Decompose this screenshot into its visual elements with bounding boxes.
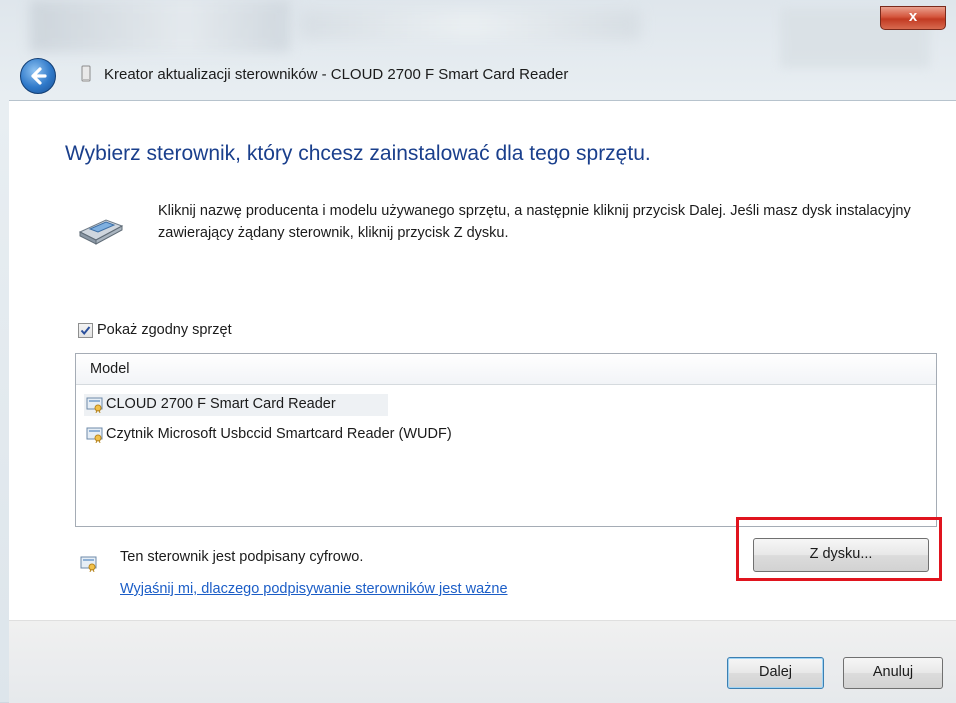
instructions-text: Kliknij nazwę producenta i modelu używan… bbox=[158, 203, 911, 241]
list-item-label: Czytnik Microsoft Usbccid Smartcard Read… bbox=[106, 426, 452, 442]
cancel-button[interactable]: Anuluj bbox=[843, 657, 943, 689]
certificate-icon bbox=[80, 556, 97, 572]
model-column-header[interactable]: Model bbox=[76, 354, 936, 385]
signed-driver-text: Ten sterownik jest podpisany cyfrowo. bbox=[120, 549, 364, 565]
page-title: Wybierz sterownik, który chcesz zainstal… bbox=[65, 142, 651, 165]
background-blur bbox=[30, 0, 290, 52]
show-compatible-checkbox[interactable] bbox=[78, 323, 93, 338]
arrow-left-icon bbox=[31, 67, 47, 85]
annotation-highlight-box bbox=[736, 517, 942, 581]
list-item[interactable]: Czytnik Microsoft Usbccid Smartcard Read… bbox=[84, 424, 604, 446]
certificate-driver-icon bbox=[86, 427, 103, 443]
list-item[interactable]: CLOUD 2700 F Smart Card Reader bbox=[84, 394, 388, 416]
next-button[interactable]: Dalej bbox=[727, 657, 824, 689]
background-blur bbox=[300, 10, 640, 40]
list-item-label: CLOUD 2700 F Smart Card Reader bbox=[106, 396, 336, 412]
model-column-label: Model bbox=[90, 361, 130, 377]
driver-signing-help-link[interactable]: Wyjaśnij mi, dlaczego podpisywanie stero… bbox=[120, 581, 508, 597]
show-compatible-label[interactable]: Pokaż zgodny sprzęt bbox=[97, 322, 232, 338]
wizard-device-icon bbox=[81, 65, 91, 82]
checkmark-icon bbox=[80, 326, 91, 336]
certificate-driver-icon bbox=[86, 397, 103, 413]
smart-card-reader-icon bbox=[78, 219, 124, 245]
back-button[interactable] bbox=[20, 58, 56, 94]
model-listbox[interactable]: Model CLOUD 2700 F Smart Card Reader Czy… bbox=[75, 353, 937, 527]
close-button[interactable]: x bbox=[880, 6, 946, 30]
window-title: Kreator aktualizacji sterowników - CLOUD… bbox=[104, 66, 569, 83]
